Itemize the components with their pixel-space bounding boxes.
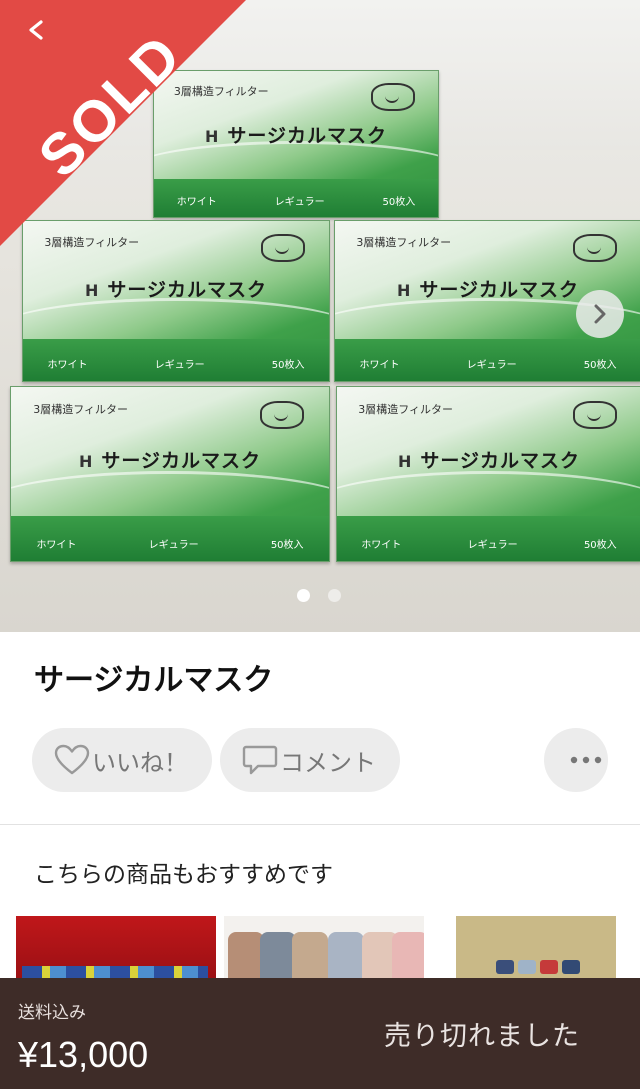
box-count: 50枚入: [271, 360, 305, 372]
more-options-button[interactable]: [544, 728, 608, 792]
recommended-item-thumbnail[interactable]: [224, 916, 424, 978]
ellipsis-icon: [570, 756, 602, 764]
box-name: サージカルマスク: [420, 450, 580, 473]
price: ¥13,000: [18, 1034, 149, 1075]
box-color: ホワイト: [359, 360, 400, 372]
box-top-label: 3層構造フィルター: [356, 235, 452, 249]
back-chevron-icon[interactable]: [26, 20, 46, 40]
recommendations-heading: こちらの商品もおすすめです: [34, 862, 333, 888]
chevron-right-icon: [594, 304, 606, 324]
box-color: ホワイト: [47, 360, 88, 372]
next-image-button[interactable]: [576, 290, 624, 338]
comment-label: コメント: [280, 748, 376, 777]
comment-button[interactable]: コメント: [220, 728, 400, 792]
box-color: ホワイト: [361, 539, 402, 551]
box-name: サージカルマスク: [107, 279, 267, 302]
sold-out-status: 売り切れました: [384, 1021, 580, 1052]
heart-icon: [54, 744, 90, 775]
page-dot[interactable]: [328, 589, 341, 602]
box-count: 50枚入: [270, 539, 304, 551]
brand-logo-icon: H: [397, 452, 413, 472]
like-button[interactable]: いいね！: [32, 728, 212, 792]
shipping-included-label: 送料込み: [18, 1003, 86, 1023]
page-dot-active[interactable]: [297, 589, 310, 602]
box-size: レギュラー: [148, 539, 199, 551]
recommended-item-thumbnail[interactable]: [432, 916, 640, 978]
recommended-item-thumbnail[interactable]: [16, 916, 216, 978]
box-size: レギュラー: [274, 197, 325, 209]
box-color: ホワイト: [36, 539, 77, 551]
box-top-label: 3層構造フィルター: [358, 402, 454, 416]
image-pagination: [297, 589, 341, 602]
purchase-bar: 送料込み ¥13,000 売り切れました: [0, 978, 640, 1089]
mask-box: 3層構造フィルター H サージカルマスク ホワイト レギュラー 50枚入: [10, 386, 330, 562]
smiley-face-icon: [259, 400, 304, 429]
box-size: レギュラー: [466, 360, 517, 372]
product-image[interactable]: 3層構造フィルター H サージカルマスク ホワイト レギュラー 50枚入 3層構造フィ…: [0, 0, 640, 632]
smiley-face-icon: [260, 233, 305, 262]
brand-logo-icon: H: [84, 281, 100, 301]
smiley-face-icon: [572, 400, 617, 429]
item-title: サージカルマスク: [34, 663, 274, 698]
brand-logo-icon: H: [78, 452, 94, 472]
mask-box: 3層構造フィルター H サージカルマスク ホワイト レギュラー 50枚入: [336, 386, 640, 562]
box-size: レギュラー: [154, 360, 205, 372]
box-top-label: 3層構造フィルター: [33, 402, 129, 416]
box-count: 50枚入: [583, 539, 617, 551]
box-name: サージカルマスク: [227, 124, 387, 147]
box-count: 50枚入: [382, 197, 416, 209]
box-name: サージカルマスク: [419, 279, 579, 302]
box-size: レギュラー: [467, 539, 518, 551]
section-divider: [0, 824, 640, 825]
box-name: サージカルマスク: [101, 450, 261, 473]
brand-logo-icon: H: [396, 281, 412, 301]
smiley-face-icon: [371, 82, 416, 111]
like-label: いいね！: [92, 748, 188, 777]
smiley-face-icon: [572, 233, 617, 262]
box-count: 50枚入: [583, 360, 617, 372]
comment-bubble-icon: [242, 745, 278, 775]
